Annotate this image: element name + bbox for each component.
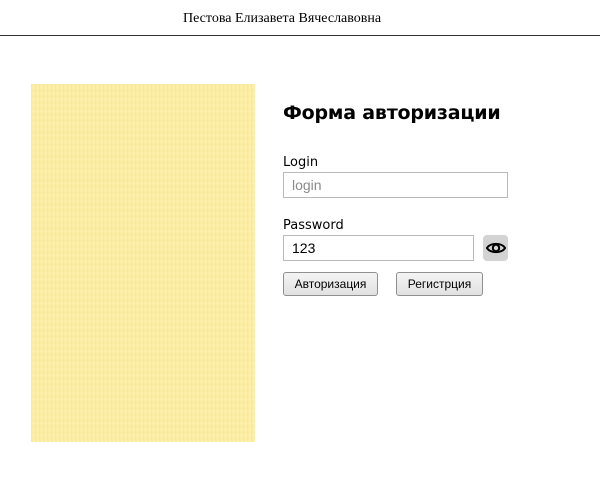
eye-icon	[485, 241, 506, 255]
header-title: Пестова Елизавета Вячеславовна	[183, 11, 382, 26]
page-header: Пестова Елизавета Вячеславовна	[0, 0, 600, 36]
side-image	[31, 84, 255, 442]
login-label: Login	[283, 155, 319, 170]
login-input[interactable]	[283, 172, 508, 198]
login-button[interactable]: Авторизация	[283, 272, 378, 296]
password-label: Password	[283, 218, 344, 233]
show-password-button[interactable]	[483, 235, 508, 261]
register-button[interactable]: Регистрция	[396, 272, 483, 296]
password-input[interactable]	[283, 235, 474, 261]
form-title: Форма авторизации	[283, 102, 501, 124]
